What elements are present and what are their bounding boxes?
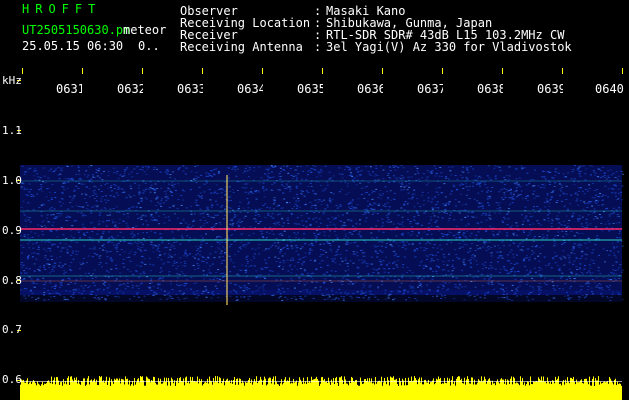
time-tick-mark: [442, 68, 443, 74]
time-tick-mark: [502, 68, 503, 74]
time-tick-label: 0639: [537, 82, 563, 96]
time-tick-mark: [622, 68, 623, 74]
time-tick-label: 0631: [56, 82, 82, 96]
baseline: [20, 381, 622, 382]
freq-tick-label: 1.0: [2, 174, 22, 187]
time-tick-label: 0632: [117, 82, 143, 96]
spectrogram-plot: [17, 68, 624, 400]
time-tick-mark: [202, 68, 203, 74]
antenna-sep: :: [314, 40, 322, 54]
time-tick-label: 0640: [595, 82, 624, 96]
freq-tick-label: 1.1: [2, 124, 22, 137]
time-tick-mark: [82, 68, 83, 74]
freq-tick-label: 0.7: [2, 323, 22, 336]
meteor-label: meteor: [123, 23, 167, 37]
app-title: HROFFT: [22, 2, 102, 16]
time-tick-mark: [382, 68, 383, 74]
antenna-label: Receiving Antenna: [180, 40, 303, 54]
file-name: UT2505150630.pn: [22, 23, 131, 37]
freq-tick-label: 0.8: [2, 274, 22, 287]
status-text: 0..: [138, 39, 160, 53]
date-time: 25.05.15 06:30: [22, 39, 124, 53]
time-tick-label: 0638: [477, 82, 503, 96]
time-tick-label: 0633: [177, 82, 203, 96]
freq-tick-label: 0.6: [2, 373, 22, 386]
power-band: [20, 376, 622, 400]
time-tick-label: 0635: [297, 82, 323, 96]
time-tick-label: 0637: [417, 82, 443, 96]
freq-unit-label: kHz: [2, 74, 22, 87]
time-tick-mark: [562, 68, 563, 74]
hrofft-screen: HROFFT UT2505150630.pn meteor 25.05.15 0…: [0, 0, 629, 400]
time-tick-mark: [142, 68, 143, 74]
freq-tick-label: 0.9: [2, 224, 22, 237]
time-tick-mark: [22, 68, 23, 74]
time-tick-label: 0636: [357, 82, 383, 96]
time-tick-mark: [262, 68, 263, 74]
antenna-value: 3el Yagi(V) Az 330 for Vladivostok: [326, 40, 572, 54]
meteor-streak: [226, 175, 228, 305]
time-tick-mark: [322, 68, 323, 74]
time-tick-label: 0634: [237, 82, 263, 96]
